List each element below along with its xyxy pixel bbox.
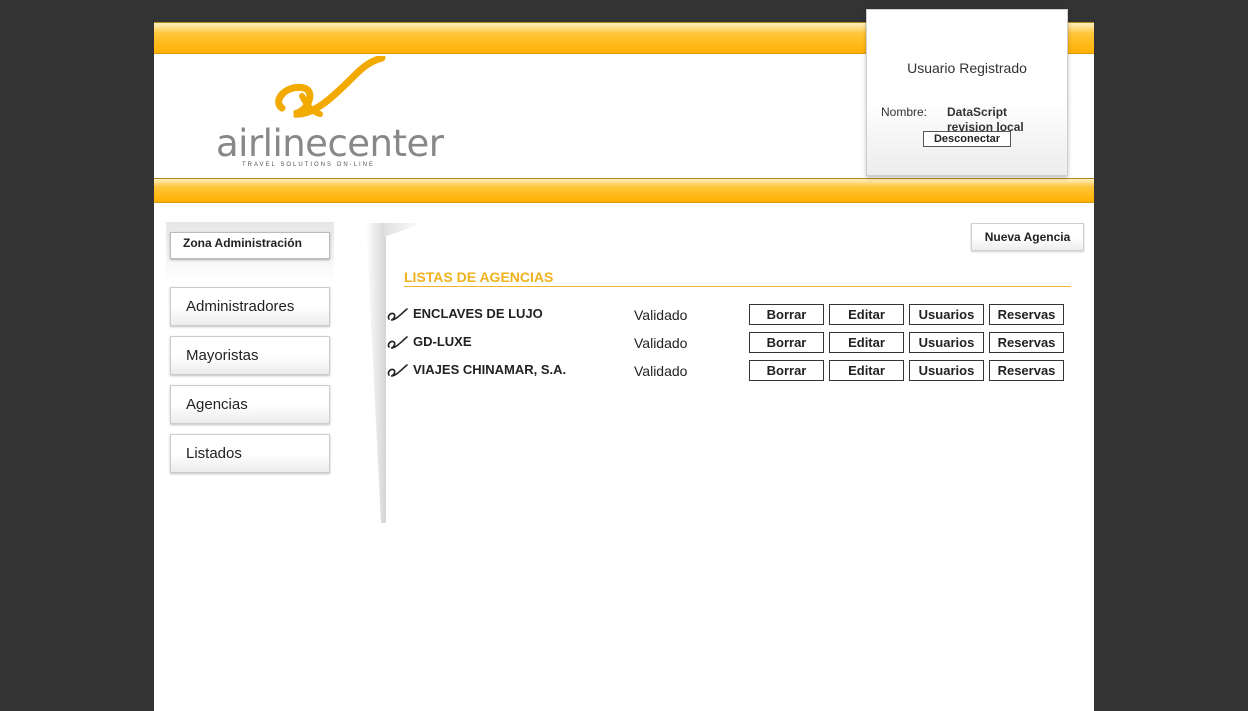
delete-button[interactable]: Borrar: [749, 332, 824, 353]
bookings-button[interactable]: Reservas: [989, 360, 1064, 381]
edit-button[interactable]: Editar: [829, 304, 904, 325]
delete-button[interactable]: Borrar: [749, 360, 824, 381]
bookings-button[interactable]: Reservas: [989, 332, 1064, 353]
agency-status: Validado: [634, 335, 688, 351]
agency-name: VIAJES CHINAMAR, S.A.: [413, 362, 567, 377]
agency-row: ENCLAVES DE LUJO Validado Borrar Editar …: [387, 304, 1087, 326]
agency-list-title: LISTAS DE AGENCIAS: [404, 270, 1071, 287]
sidebar-item-administradores[interactable]: Administradores: [170, 287, 330, 326]
user-panel: Usuario Registrado Nombre: DataScript re…: [866, 9, 1068, 176]
new-agency-button[interactable]: Nueva Agencia: [971, 223, 1084, 251]
airline-swoosh-icon: [387, 364, 408, 377]
logo-tagline: TRAVEL SOLUTIONS ON-LINE: [242, 162, 376, 168]
logout-button[interactable]: Desconectar: [923, 131, 1011, 147]
users-button[interactable]: Usuarios: [909, 360, 984, 381]
sidebar-item-listados[interactable]: Listados: [170, 434, 330, 473]
agency-name: GD-LUXE: [413, 334, 472, 349]
agency-status: Validado: [634, 363, 688, 379]
logo-swoosh-icon: [275, 56, 386, 118]
agency-row: GD-LUXE Validado Borrar Editar Usuarios …: [387, 332, 1087, 354]
edit-button[interactable]: Editar: [829, 360, 904, 381]
user-name-label: Nombre:: [881, 105, 928, 119]
delete-button[interactable]: Borrar: [749, 304, 824, 325]
airline-swoosh-icon: [387, 308, 408, 321]
sidebar-item-agencias[interactable]: Agencias: [170, 385, 330, 424]
airline-swoosh-icon: [387, 336, 408, 349]
users-button[interactable]: Usuarios: [909, 304, 984, 325]
user-panel-title: Usuario Registrado: [907, 60, 1027, 76]
logo-wordmark: airlinecenter: [216, 122, 444, 165]
users-button[interactable]: Usuarios: [909, 332, 984, 353]
header-bottom-bar: [154, 178, 1094, 203]
edit-button[interactable]: Editar: [829, 332, 904, 353]
bookings-button[interactable]: Reservas: [989, 304, 1064, 325]
zone-administration-label: Zona Administración: [170, 232, 330, 259]
content-divider-shadow: [366, 223, 386, 523]
content-corner-shadow: [384, 223, 424, 237]
agency-status: Validado: [634, 307, 688, 323]
agency-name: ENCLAVES DE LUJO: [413, 306, 543, 321]
airlinecenter-logo[interactable]: airlinecenter TRAVEL SOLUTIONS ON-LINE: [212, 56, 444, 174]
sidebar-item-mayoristas[interactable]: Mayoristas: [170, 336, 330, 375]
agency-row: VIAJES CHINAMAR, S.A. Validado Borrar Ed…: [387, 360, 1087, 382]
